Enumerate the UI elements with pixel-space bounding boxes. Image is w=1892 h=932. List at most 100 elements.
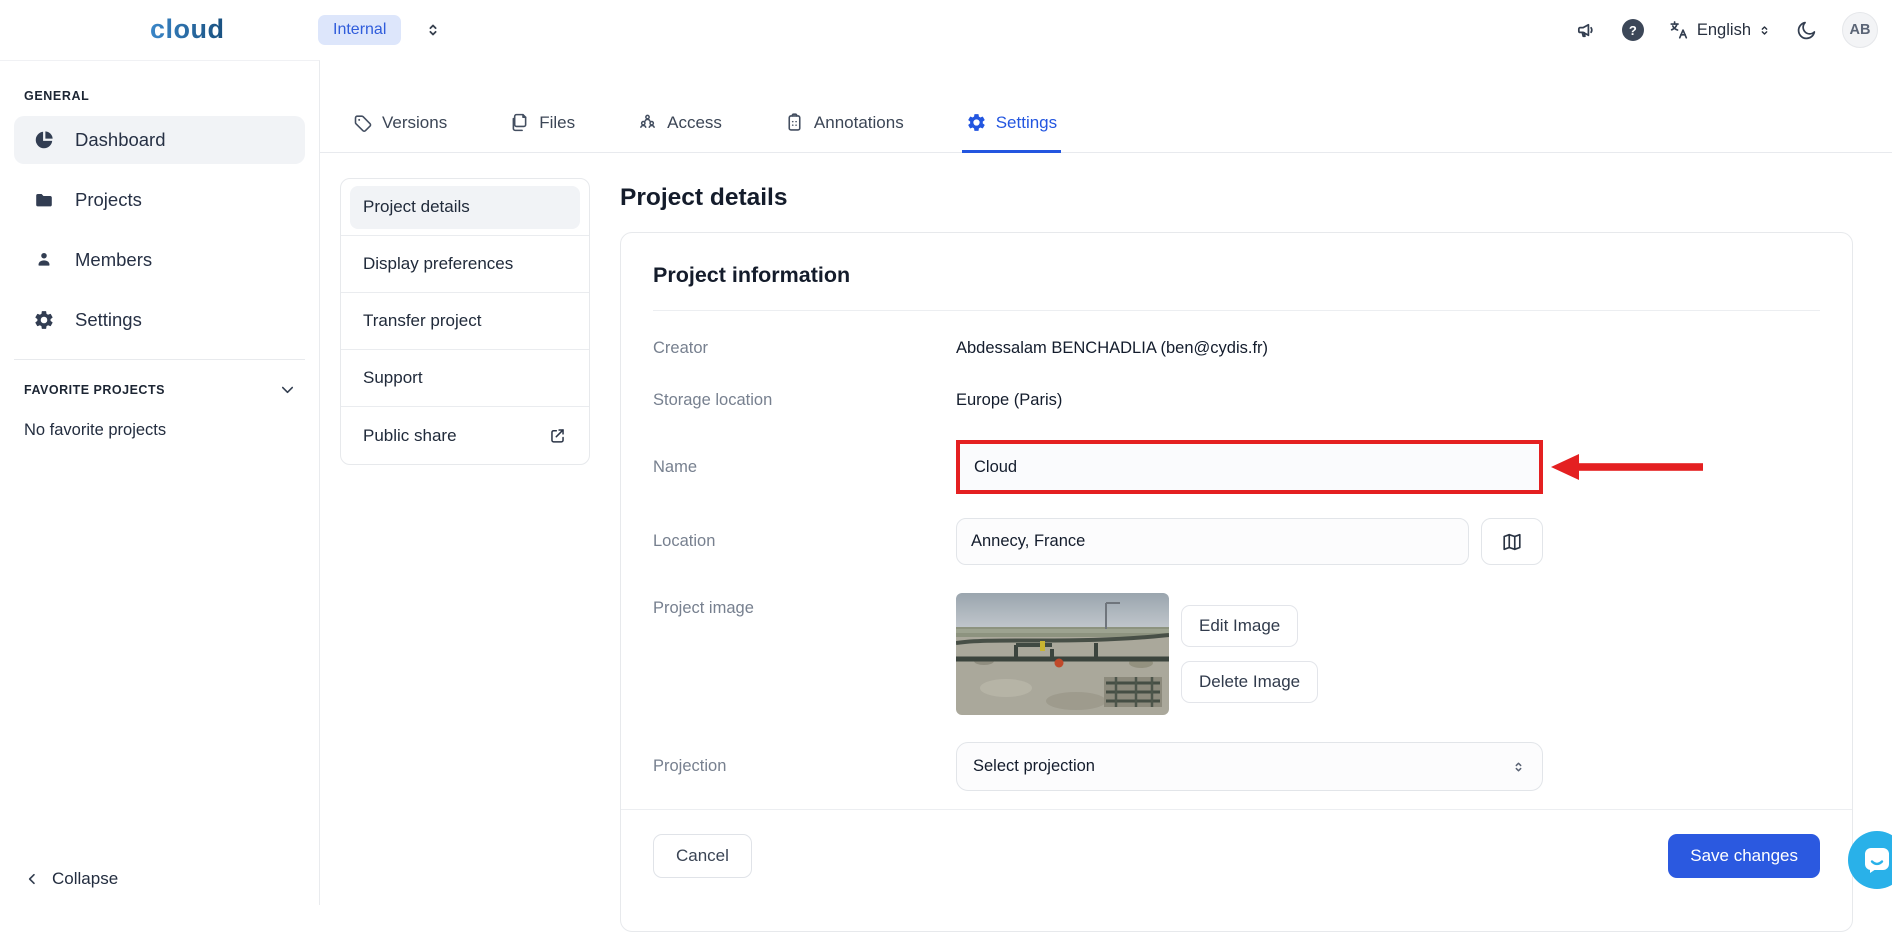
collapse-sidebar-button[interactable]: Collapse (24, 869, 118, 889)
workspace-selector-icon[interactable] (424, 19, 442, 41)
announcements-icon[interactable] (1575, 19, 1598, 42)
creator-label: Creator (653, 339, 956, 358)
creator-value: Abdessalam BENCHADLIA (ben@cydis.fr) (956, 339, 1268, 358)
project-name-input[interactable] (960, 444, 1539, 490)
sidebar-item-projects[interactable]: Projects (14, 176, 305, 224)
name-label: Name (653, 458, 956, 477)
language-selector-icon (1758, 22, 1771, 39)
sidebar-item-label: Members (75, 249, 152, 271)
person-icon (33, 249, 55, 271)
chevron-left-icon (24, 871, 40, 887)
translate-icon (1668, 19, 1690, 41)
folder-icon (33, 189, 55, 211)
language-selector[interactable]: English (1668, 19, 1771, 41)
sidebar-section-general: GENERAL (24, 89, 319, 103)
project-tabs: Versions Files Access Annotations Settin… (320, 60, 1892, 153)
storage-location-value: Europe (Paris) (956, 391, 1062, 410)
tab-label: Annotations (814, 113, 904, 133)
sidebar-item-label: Projects (75, 189, 142, 211)
main-content: Versions Files Access Annotations Settin… (320, 60, 1892, 905)
form-footer: Cancel Save changes (621, 809, 1852, 918)
files-icon (509, 112, 530, 133)
submenu-label: Project details (363, 197, 470, 217)
project-image-label: Project image (653, 593, 956, 618)
cancel-button[interactable]: Cancel (653, 834, 752, 878)
header-actions: ? English AB (1575, 0, 1878, 60)
favorites-header: FAVORITE PROJECTS (24, 380, 297, 399)
sidebar-item-dashboard[interactable]: Dashboard (14, 116, 305, 164)
tab-label: Files (539, 113, 575, 133)
projection-select[interactable]: Select projection (956, 742, 1543, 791)
sidebar-divider (14, 359, 305, 360)
projection-select-value: Select projection (973, 757, 1095, 776)
submenu-label: Support (363, 368, 423, 388)
submenu-item-support[interactable]: Support (341, 350, 589, 407)
sidebar-item-label: Dashboard (75, 129, 166, 151)
tab-label: Access (667, 113, 722, 133)
chat-icon (1862, 845, 1892, 875)
dark-mode-icon[interactable] (1795, 19, 1818, 42)
map-icon (1501, 531, 1523, 553)
delete-image-button[interactable]: Delete Image (1181, 661, 1318, 703)
card-title: Project information (653, 263, 1820, 288)
tab-versions[interactable]: Versions (348, 112, 451, 153)
tab-label: Versions (382, 113, 447, 133)
help-icon[interactable]: ? (1622, 19, 1644, 41)
language-label: English (1697, 21, 1751, 40)
top-header: cloud Internal ? English AB (0, 0, 1892, 60)
pie-chart-icon (33, 129, 55, 151)
storage-location-row: Storage location Europe (Paris) (653, 391, 1820, 410)
submenu-label: Public share (363, 426, 457, 446)
sidebar-item-settings[interactable]: Settings (14, 296, 305, 344)
annotation-arrow (1551, 452, 1703, 482)
sidebar-item-members[interactable]: Members (14, 236, 305, 284)
settings-submenu: Project details Display preferences Tran… (340, 178, 590, 465)
tab-annotations[interactable]: Annotations (780, 112, 908, 153)
project-image-thumbnail (956, 593, 1169, 715)
clipboard-icon (784, 112, 805, 133)
storage-location-label: Storage location (653, 391, 956, 410)
image-buttons: Edit Image Delete Image (1181, 593, 1318, 703)
gear-icon (966, 112, 987, 133)
creator-row: Creator Abdessalam BENCHADLIA (ben@cydis… (653, 339, 1820, 358)
projection-row: Projection Select projection (653, 742, 1820, 791)
annotation-highlight-box (956, 440, 1543, 494)
tag-icon (352, 112, 373, 133)
workspace-badge[interactable]: Internal (318, 15, 401, 45)
submenu-item-public-share[interactable]: Public share (341, 407, 589, 464)
submenu-item-display-preferences[interactable]: Display preferences (341, 236, 589, 293)
app-logo: cloud (150, 14, 225, 45)
settings-pane: Project details Project information Crea… (620, 181, 1853, 932)
open-map-button[interactable] (1481, 518, 1543, 565)
select-chevrons-icon (1511, 758, 1526, 776)
tab-settings[interactable]: Settings (962, 112, 1061, 153)
location-input[interactable] (956, 518, 1469, 565)
submenu-item-transfer-project[interactable]: Transfer project (341, 293, 589, 350)
collapse-label: Collapse (52, 869, 118, 889)
main-sidebar: GENERAL Dashboard Projects Members Setti… (0, 60, 320, 905)
favorites-title: FAVORITE PROJECTS (24, 383, 165, 397)
sidebar-item-label: Settings (75, 309, 142, 331)
gear-icon (33, 309, 55, 331)
project-information-card: Project information Creator Abdessalam B… (620, 232, 1853, 932)
location-label: Location (653, 532, 956, 551)
tab-access[interactable]: Access (633, 112, 726, 153)
projection-label: Projection (653, 757, 956, 776)
external-link-icon (548, 426, 567, 445)
tab-files[interactable]: Files (505, 112, 579, 153)
card-divider (653, 310, 1820, 311)
favorites-empty-text: No favorite projects (24, 421, 319, 440)
project-image-row: Project image (653, 593, 1820, 715)
people-icon (637, 112, 658, 133)
user-avatar[interactable]: AB (1842, 12, 1878, 48)
edit-image-button[interactable]: Edit Image (1181, 605, 1298, 647)
name-row: Name (653, 440, 1820, 494)
submenu-label: Display preferences (363, 254, 513, 274)
location-row: Location (653, 518, 1820, 565)
submenu-label: Transfer project (363, 311, 481, 331)
submenu-item-project-details[interactable]: Project details (341, 179, 589, 236)
sidebar-nav: Dashboard Projects Members Settings (0, 116, 319, 344)
chevron-down-icon[interactable] (278, 380, 297, 399)
page-title: Project details (620, 181, 1853, 215)
save-changes-button[interactable]: Save changes (1668, 834, 1820, 878)
